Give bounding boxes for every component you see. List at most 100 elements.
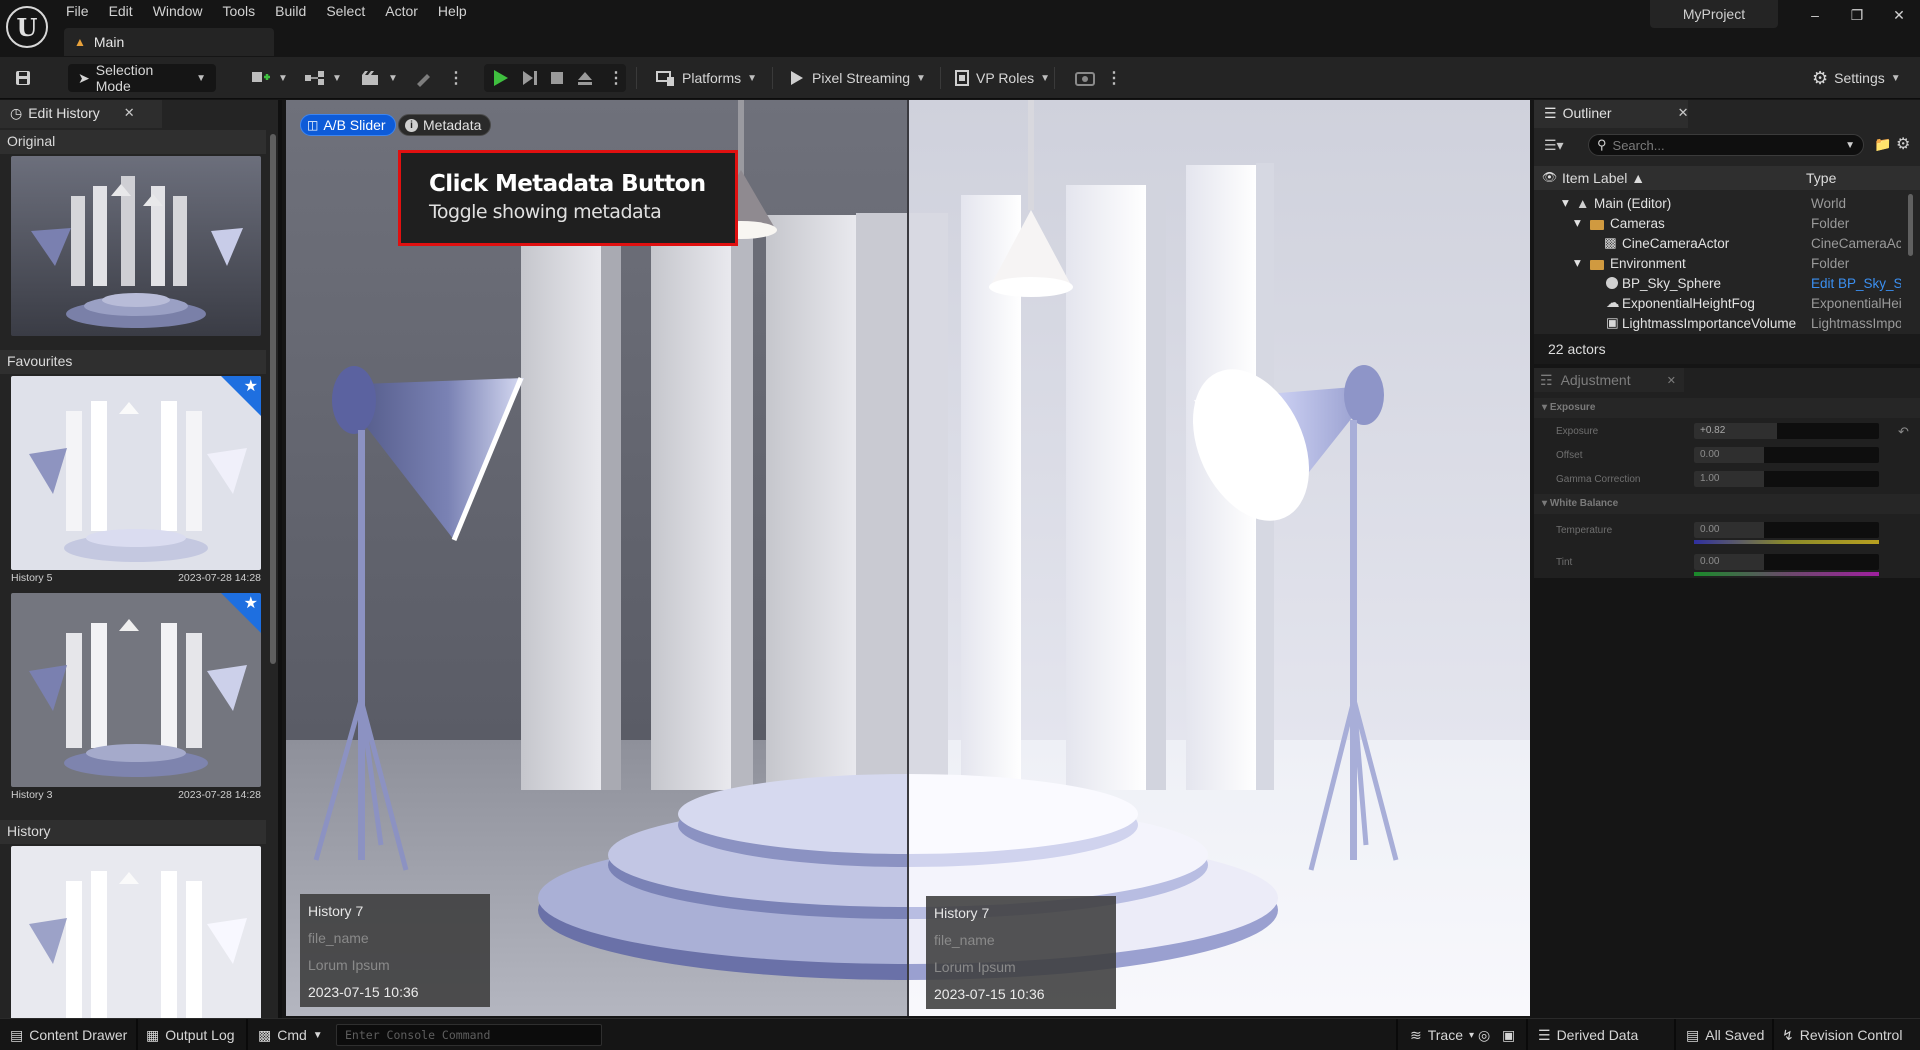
output-log-button[interactable]: ▦ Output Log bbox=[146, 1019, 235, 1050]
filter-icon[interactable]: ☰▾ bbox=[1544, 137, 1564, 154]
outliner-search-input[interactable]: ⚲ Search... ▼ bbox=[1588, 134, 1864, 156]
exposure-group-header[interactable]: ▾ Exposure bbox=[1534, 398, 1920, 418]
play-options-icon[interactable]: ⋮ bbox=[608, 64, 624, 92]
edit-history-tab[interactable]: ◷ Edit History ✕ bbox=[0, 100, 162, 128]
sky-sphere-icon bbox=[1606, 277, 1618, 289]
content-drawer-button[interactable]: ▤ Content Drawer bbox=[10, 1019, 127, 1050]
outliner-row[interactable]: ▾ Cameras Folder bbox=[1534, 213, 1904, 233]
record-icon[interactable]: ◎ bbox=[1478, 1019, 1490, 1050]
visibility-icon[interactable]: 👁 bbox=[1542, 170, 1557, 184]
menu-actor[interactable]: Actor bbox=[375, 0, 428, 24]
outliner-row[interactable]: ▩ CineCameraActor CineCameraAc bbox=[1534, 233, 1904, 253]
restore-icon[interactable]: ❐ bbox=[1836, 0, 1878, 30]
info-icon: i bbox=[405, 118, 418, 132]
menu-help[interactable]: Help bbox=[428, 0, 477, 24]
cmd-dropdown[interactable]: ▩ Cmd ▼ bbox=[258, 1019, 323, 1050]
more-options-icon[interactable]: ⋮ bbox=[448, 64, 464, 92]
vp-roles-dropdown[interactable]: VP Roles ▼ bbox=[954, 64, 1050, 92]
outliner-row[interactable]: ▣ LightmassImportanceVolume LightmassImp… bbox=[1534, 313, 1904, 333]
outliner-tab[interactable]: ☰ Outliner ✕ bbox=[1534, 100, 1689, 128]
camera-icon: ▩ bbox=[1604, 235, 1617, 250]
outliner-scrollbar[interactable] bbox=[1908, 194, 1913, 256]
menu-select[interactable]: Select bbox=[316, 0, 375, 24]
all-saved-button[interactable]: ▤ All Saved bbox=[1686, 1019, 1764, 1050]
screenshot-icon[interactable]: ▣ bbox=[1502, 1019, 1515, 1050]
adjustment-tab[interactable]: ☶ Adjustment ✕ bbox=[1534, 368, 1684, 392]
outliner-row[interactable]: ▾ Environment Folder bbox=[1534, 253, 1904, 273]
platforms-dropdown[interactable]: Platforms ▼ bbox=[656, 64, 757, 92]
gamma-correction-slider[interactable]: 1.00 bbox=[1694, 471, 1879, 487]
favourite-thumbnail[interactable]: ★ bbox=[11, 593, 261, 787]
adjustment-name: Offset bbox=[1556, 450, 1583, 461]
original-thumbnail[interactable] bbox=[11, 156, 261, 336]
panel-scrollbar[interactable] bbox=[270, 134, 276, 664]
outliner-item-label: Main (Editor) bbox=[1594, 195, 1672, 211]
offset-slider[interactable]: 0.00 bbox=[1694, 447, 1879, 463]
add-folder-icon[interactable]: 📁 bbox=[1874, 136, 1891, 153]
menu-tools[interactable]: Tools bbox=[212, 0, 265, 24]
cmd-label: Cmd bbox=[277, 1027, 307, 1043]
level-viewport[interactable]: ◫ A/B Slider i Metadata Click Metadata B… bbox=[286, 100, 1530, 1016]
outliner-item-type: CineCameraAc bbox=[1811, 235, 1901, 251]
virtual-camera-icon[interactable] bbox=[1074, 64, 1096, 92]
history-icon: ◷ bbox=[10, 104, 23, 121]
favourite-thumbnail[interactable]: ★ bbox=[11, 376, 261, 570]
edit-blueprint-link[interactable]: Edit BP_Sky_S bbox=[1811, 276, 1901, 291]
ab-slider-button[interactable]: ◫ A/B Slider bbox=[300, 114, 396, 136]
close-tab-icon[interactable]: ✕ bbox=[124, 105, 135, 121]
column-item-label[interactable]: Item Label ▲ bbox=[1562, 170, 1645, 186]
selection-mode-dropdown[interactable]: ➤ Selection Mode ▼ bbox=[68, 62, 216, 94]
actor-count: 22 actors bbox=[1534, 334, 1920, 364]
status-divider bbox=[1396, 1019, 1398, 1050]
search-placeholder: Search... bbox=[1612, 137, 1665, 153]
metadata-button[interactable]: i Metadata bbox=[398, 114, 492, 136]
close-window-icon[interactable]: ✕ bbox=[1878, 0, 1920, 30]
expand-arrow-icon[interactable]: ▾ bbox=[1562, 195, 1569, 211]
close-tab-icon[interactable]: ✕ bbox=[1678, 105, 1689, 121]
star-icon[interactable]: ★ bbox=[244, 376, 258, 396]
column-type[interactable]: Type bbox=[1806, 170, 1836, 186]
console-command-input[interactable]: Enter Console Command bbox=[336, 1024, 602, 1046]
blueprint-button[interactable]: ▼ bbox=[304, 64, 342, 92]
step-icon[interactable] bbox=[520, 64, 540, 92]
cinematics-button[interactable]: ▼ bbox=[360, 64, 398, 92]
reset-icon[interactable]: ↶ bbox=[1898, 424, 1909, 440]
stop-icon[interactable] bbox=[548, 64, 566, 92]
outliner-row[interactable]: BP_Sky_Sphere Edit BP_Sky_S bbox=[1534, 273, 1904, 293]
star-icon[interactable]: ★ bbox=[244, 593, 258, 613]
favourite-meta: History 3 2023-07-28 14:28 bbox=[11, 789, 261, 801]
callout-title: Click Metadata Button bbox=[429, 171, 706, 197]
close-tab-icon[interactable]: ✕ bbox=[1667, 374, 1676, 387]
modeling-tools-icon[interactable] bbox=[414, 64, 434, 92]
white-balance-group-header[interactable]: ▾ White Balance bbox=[1534, 494, 1920, 514]
minimize-icon[interactable]: – bbox=[1794, 0, 1836, 30]
more-options-icon[interactable]: ⋮ bbox=[1106, 64, 1122, 92]
menu-build[interactable]: Build bbox=[265, 0, 316, 24]
save-icon[interactable] bbox=[14, 64, 32, 92]
play-icon[interactable] bbox=[490, 64, 510, 92]
history-thumbnail[interactable] bbox=[11, 846, 261, 1018]
add-actor-button[interactable]: ▼ bbox=[250, 64, 288, 92]
menu-file[interactable]: File bbox=[56, 0, 99, 24]
exposure-slider[interactable]: +0.82 bbox=[1694, 423, 1879, 439]
derived-data-button[interactable]: ☰ Derived Data bbox=[1538, 1019, 1638, 1050]
search-icon: ⚲ bbox=[1597, 137, 1607, 152]
revision-control-button[interactable]: ↯ Revision Control bbox=[1782, 1019, 1902, 1050]
pixel-streaming-dropdown[interactable]: Pixel Streaming ▼ bbox=[788, 64, 926, 92]
level-tab-main[interactable]: ▲ Main bbox=[64, 28, 274, 56]
expand-arrow-icon[interactable]: ▾ bbox=[1574, 255, 1581, 271]
adjustment-tab-label: Adjustment bbox=[1560, 372, 1631, 388]
settings-button[interactable]: ⚙ Settings ▼ bbox=[1812, 64, 1901, 92]
eject-icon[interactable] bbox=[576, 64, 594, 92]
derived-data-icon: ☰ bbox=[1538, 1026, 1551, 1043]
settings-label: Settings bbox=[1834, 70, 1885, 86]
outliner-row[interactable]: ☁ ExponentialHeightFog ExponentialHei bbox=[1534, 293, 1904, 313]
trace-button[interactable]: ≋ Trace ▾ bbox=[1410, 1019, 1474, 1050]
outliner-row[interactable]: ▾ ▲ Main (Editor) World bbox=[1534, 193, 1904, 213]
temperature-slider[interactable]: 0.00 bbox=[1694, 522, 1879, 538]
expand-arrow-icon[interactable]: ▾ bbox=[1574, 215, 1581, 231]
tint-slider[interactable]: 0.00 bbox=[1694, 554, 1879, 570]
menu-window[interactable]: Window bbox=[143, 0, 213, 24]
menu-edit[interactable]: Edit bbox=[99, 0, 143, 24]
gear-icon[interactable]: ⚙ bbox=[1896, 134, 1910, 154]
